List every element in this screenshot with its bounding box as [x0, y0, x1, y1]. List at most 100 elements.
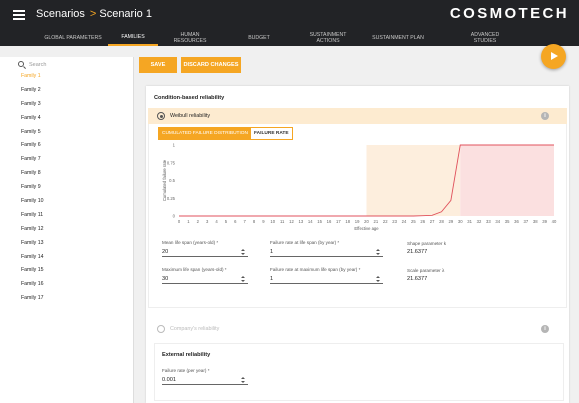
- family-list-item[interactable]: Family 9: [21, 181, 44, 195]
- company-reliability-label: Company's reliability: [170, 326, 220, 332]
- failure-rate-life-span-label: Failure rate at life span (by year) *: [270, 240, 340, 245]
- info-icon[interactable]: i: [541, 112, 549, 120]
- external-failure-rate-input[interactable]: [162, 376, 248, 385]
- search-input[interactable]: [29, 60, 127, 69]
- tab-sustainment-actions[interactable]: SUSTAINMENT ACTIONS: [299, 30, 357, 46]
- maximum-life-span-stepper[interactable]: [241, 276, 245, 283]
- family-list-item[interactable]: Family 7: [21, 153, 44, 167]
- x-tick-label: 22: [383, 219, 388, 224]
- search-icon: [18, 61, 24, 67]
- condition-based-reliability-title: Condition-based reliability: [154, 95, 225, 101]
- x-axis-title: Effective age: [354, 226, 379, 231]
- external-failure-rate-stepper[interactable]: [241, 377, 245, 384]
- y-axis-title: Cumulated failure rate: [162, 159, 167, 201]
- y-tick-label: 0.25: [167, 196, 176, 201]
- x-tick-label: 25: [411, 219, 416, 224]
- discard-changes-button[interactable]: DISCARD CHANGES: [181, 57, 241, 73]
- breadcrumb-scenarios[interactable]: Scenarios: [36, 8, 85, 20]
- x-tick-label: 23: [392, 219, 397, 224]
- maximum-life-span-label: Maximum life span (years-old) *: [162, 267, 227, 272]
- family-list-item[interactable]: Family 1: [21, 70, 44, 84]
- mean-life-span-stepper[interactable]: [241, 249, 245, 256]
- x-tick-label: 38: [533, 219, 538, 224]
- scale-parameter-value: 21.6377: [407, 276, 428, 282]
- family-list: Family 1 Family 2 Family 3 Family 4 Family 5…: [21, 70, 44, 306]
- company-reliability-radio[interactable]: [157, 325, 165, 333]
- x-tick-label: 21: [374, 219, 379, 224]
- x-tick-label: 40: [552, 219, 557, 224]
- breadcrumb: Scenarios > Scenario 1: [36, 8, 152, 20]
- family-list-item[interactable]: Family 16: [21, 278, 44, 292]
- failure-rate-life-span-stepper[interactable]: [376, 249, 380, 256]
- weibull-reliability-radio[interactable]: [157, 112, 165, 120]
- tab-families[interactable]: FAMILIES: [108, 30, 158, 46]
- tab-budget[interactable]: BUDGET: [238, 30, 280, 46]
- x-tick-label: 6: [234, 219, 237, 224]
- external-reliability-panel: External reliability Failure rate (per y…: [154, 343, 564, 401]
- company-reliability-header[interactable]: Company's reliability i: [148, 321, 567, 337]
- y-tick-label: 0: [173, 214, 176, 219]
- x-tick-label: 8: [253, 219, 256, 224]
- x-tick-label: 27: [430, 219, 435, 224]
- info-icon[interactable]: i: [541, 325, 549, 333]
- tab-global-parameters[interactable]: GLOBAL PARAMETERS: [42, 30, 104, 46]
- family-list-item[interactable]: Family 10: [21, 195, 44, 209]
- cumulated-failure-chart: 00.250.50.7510 1 2 3 4 5 6 7 8 9 10 11 12 13 14 15 16 17 1…: [162, 143, 557, 232]
- breadcrumb-current-scenario[interactable]: Scenario 1: [99, 8, 152, 20]
- tab-human-resources[interactable]: HUMAN RESOURCES: [165, 30, 215, 46]
- tab-failure-rate[interactable]: FAILURE RATE: [251, 128, 292, 139]
- family-list-item[interactable]: Family 13: [21, 237, 44, 251]
- chart-shaded-region: [460, 145, 554, 216]
- x-tick-label: 2: [197, 219, 200, 224]
- failure-rate-max-life-span-stepper[interactable]: [376, 276, 380, 283]
- x-tick-label: 29: [449, 219, 454, 224]
- y-tick-label: 0.75: [167, 160, 176, 165]
- x-tick-label: 1: [187, 219, 190, 224]
- tab-cumulated-failure-distribution[interactable]: CUMULATED FAILURE DISTRIBUTION: [159, 128, 251, 139]
- family-list-item[interactable]: Family 2: [21, 84, 44, 98]
- x-tick-label: 7: [243, 219, 246, 224]
- x-tick-label: 28: [439, 219, 444, 224]
- shape-parameter-label: Shape parameter k: [407, 241, 447, 246]
- family-list-item[interactable]: Family 4: [21, 112, 44, 126]
- save-button[interactable]: SAVE: [139, 57, 177, 73]
- families-sidebar: Family 1Family 2Family 3Family 4Family 5…: [0, 57, 134, 403]
- tab-sustainment-plan[interactable]: SUSTAINMENT PLAN: [372, 30, 424, 46]
- weibull-reliability-panel: CUMULATED FAILURE DISTRIBUTION FAILURE R…: [148, 124, 567, 308]
- x-tick-label: 24: [402, 219, 407, 224]
- x-tick-label: 35: [505, 219, 510, 224]
- family-list-item[interactable]: Family 8: [21, 167, 44, 181]
- breadcrumb-separator: >: [89, 8, 97, 20]
- x-tick-label: 17: [336, 219, 341, 224]
- x-tick-label: 37: [524, 219, 529, 224]
- x-tick-label: 16: [327, 219, 332, 224]
- hamburger-menu-icon[interactable]: [13, 10, 25, 20]
- y-tick-label: 1: [173, 143, 176, 148]
- chart-tabs: CUMULATED FAILURE DISTRIBUTION FAILURE R…: [158, 127, 293, 140]
- family-list-item[interactable]: Family 14: [21, 251, 44, 265]
- scale-parameter-label: Scale parameter λ: [407, 268, 445, 273]
- x-tick-label: 20: [364, 219, 369, 224]
- x-tick-label: 10: [270, 219, 275, 224]
- weibull-reliability-header[interactable]: Weibull reliability i: [148, 108, 567, 124]
- run-simulation-button[interactable]: [541, 44, 566, 69]
- family-list-item[interactable]: Family 6: [21, 139, 44, 153]
- mean-life-span-input[interactable]: [162, 248, 248, 257]
- family-list-item[interactable]: Family 17: [21, 292, 44, 306]
- x-tick-label: 18: [345, 219, 350, 224]
- family-list-item[interactable]: Family 5: [21, 126, 44, 140]
- failure-rate-max-life-span-input[interactable]: [270, 275, 383, 284]
- maximum-life-span-input[interactable]: [162, 275, 248, 284]
- external-failure-rate-label: Failure rate (per year) *: [162, 368, 210, 373]
- tab-advanced-studies[interactable]: ADVANCED STUDIES: [460, 30, 510, 46]
- x-tick-label: 5: [225, 219, 228, 224]
- x-tick-label: 13: [299, 219, 304, 224]
- x-tick-label: 34: [495, 219, 500, 224]
- failure-rate-life-span-input[interactable]: [270, 248, 383, 257]
- cosmotech-logo: COSMOTECH: [449, 5, 569, 22]
- family-list-item[interactable]: Family 15: [21, 264, 44, 278]
- play-icon: [551, 52, 558, 60]
- family-list-item[interactable]: Family 3: [21, 98, 44, 112]
- family-list-item[interactable]: Family 11: [21, 209, 44, 223]
- family-list-item[interactable]: Family 12: [21, 223, 44, 237]
